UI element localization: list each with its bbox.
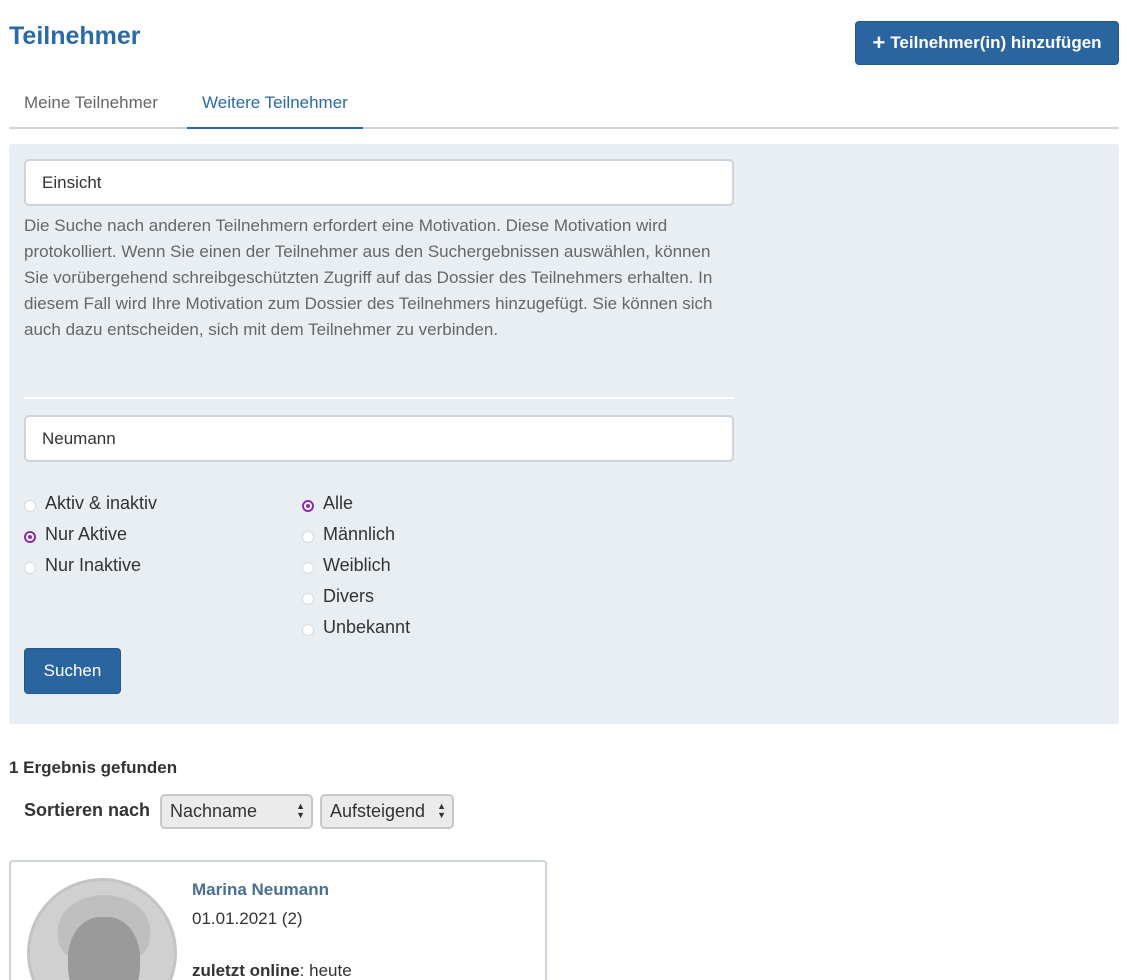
- gender-radio-group: Alle Männlich Weiblich Divers Unbekannt: [302, 488, 410, 643]
- tab-my-participants[interactable]: Meine Teilnehmer: [9, 78, 173, 128]
- radio-button[interactable]: [302, 623, 314, 636]
- radio-label: Nur Aktive: [45, 524, 128, 544]
- sort-label: Sortieren nach: [24, 800, 151, 820]
- last-online: zuletzt online: heute: [192, 961, 352, 980]
- radio-button[interactable]: [24, 561, 36, 574]
- participant-date: 01.01.2021 (2): [192, 909, 303, 928]
- status-radio-group: Aktiv & inaktiv Nur Aktive Nur Inaktive: [24, 488, 157, 581]
- add-participant-label: Teilnehmer(in) hinzufügen: [890, 33, 1102, 52]
- radio-male[interactable]: Männlich: [302, 519, 410, 550]
- radio-label: Alle: [323, 493, 354, 513]
- radio-diverse[interactable]: Divers: [302, 581, 410, 612]
- result-count: 1 Ergebnis gefunden: [9, 758, 178, 777]
- radio-button[interactable]: [24, 499, 36, 512]
- radio-label: Aktiv & inaktiv: [45, 493, 158, 513]
- page-title: Teilnehmer: [9, 22, 141, 50]
- search-button[interactable]: Suchen: [24, 648, 121, 694]
- radio-all[interactable]: Alle: [302, 488, 410, 519]
- sort-order-select[interactable]: Aufsteigend ▲ ▼: [320, 794, 454, 829]
- tab-more-participants[interactable]: Weitere Teilnehmer: [187, 78, 363, 129]
- participant-card[interactable]: Marina Neumann 01.01.2021 (2) zuletzt on…: [9, 860, 547, 980]
- radio-button[interactable]: [24, 530, 36, 543]
- radio-unknown[interactable]: Unbekannt: [302, 612, 410, 643]
- radio-label: Weiblich: [323, 555, 391, 575]
- name-search-input[interactable]: Neumann: [24, 415, 734, 462]
- last-online-value: : heute: [299, 961, 352, 980]
- plus-icon: +: [872, 30, 886, 55]
- radio-label: Divers: [323, 586, 375, 606]
- radio-female[interactable]: Weiblich: [302, 550, 410, 581]
- radio-active-and-inactive[interactable]: Aktiv & inaktiv: [24, 488, 157, 519]
- add-participant-button[interactable]: + Teilnehmer(in) hinzufügen: [855, 21, 1119, 65]
- radio-label: Unbekannt: [323, 617, 411, 637]
- divider: [24, 397, 734, 399]
- last-online-label: zuletzt online: [192, 961, 300, 980]
- radio-button[interactable]: [302, 592, 314, 605]
- select-arrows-icon: ▲ ▼: [437, 801, 446, 820]
- sort-order-value: Aufsteigend: [330, 801, 426, 821]
- radio-label: Nur Inaktive: [45, 555, 142, 575]
- participant-name-link[interactable]: Marina Neumann: [192, 880, 329, 900]
- sort-field-value: Nachname: [170, 801, 258, 821]
- radio-button[interactable]: [302, 561, 314, 574]
- search-panel: Einsicht Die Suche nach anderen Teilnehm…: [9, 144, 1119, 724]
- radio-button[interactable]: [302, 499, 314, 512]
- avatar-face: [68, 917, 140, 980]
- avatar: [27, 878, 177, 980]
- radio-only-inactive[interactable]: Nur Inaktive: [24, 550, 157, 581]
- select-arrows-icon: ▲ ▼: [296, 801, 305, 820]
- motivation-help-text: Die Suche nach anderen Teilnehmern erfor…: [24, 216, 713, 339]
- tab-bar: Meine Teilnehmer Weitere Teilnehmer: [9, 78, 1119, 129]
- radio-label: Männlich: [323, 524, 396, 544]
- motivation-input[interactable]: Einsicht: [24, 159, 734, 206]
- radio-button[interactable]: [302, 530, 314, 543]
- sort-field-select[interactable]: Nachname ▲ ▼: [160, 794, 313, 829]
- radio-only-active[interactable]: Nur Aktive: [24, 519, 157, 550]
